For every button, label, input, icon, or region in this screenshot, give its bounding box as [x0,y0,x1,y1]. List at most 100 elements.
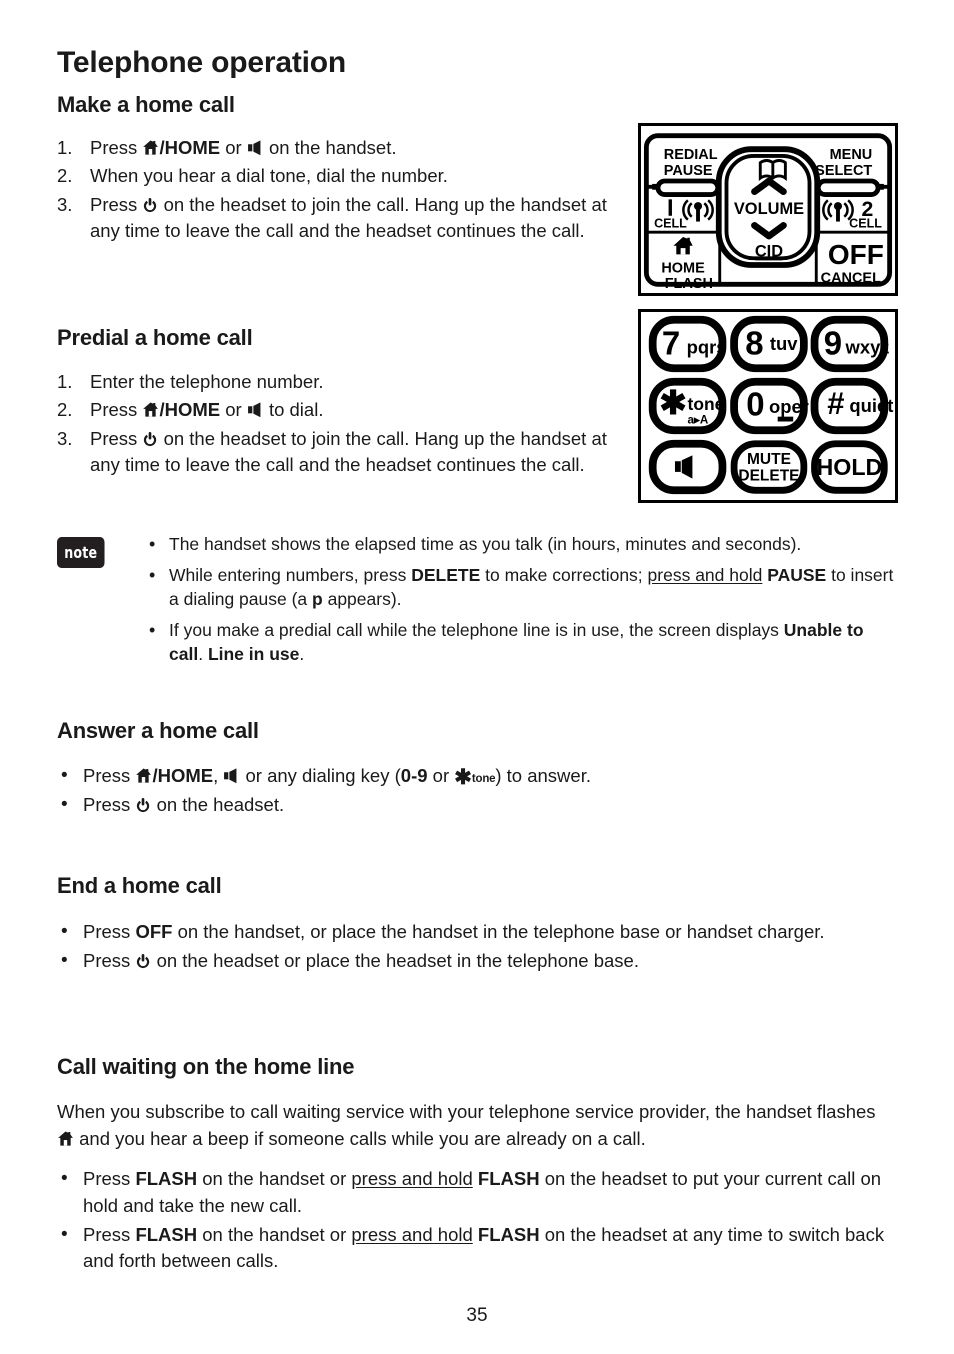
step-text: on the headset to join the call. Hang up… [90,193,607,242]
step-bold: /HOME [159,399,221,421]
item-text: on the headset or place the headset in t… [151,949,639,971]
bullet-icon: • [149,564,156,585]
section-heading: Answer a home call [57,718,259,743]
power-icon [142,431,158,447]
item-text: on the handset, or place the handset in … [172,921,825,942]
bullet-icon: • [61,793,68,815]
bullet-icon: • [61,1223,68,1245]
step-text: to dial. [263,399,324,421]
svg-text:pqrs: pqrs [687,337,727,358]
power-icon [135,953,151,969]
menu-label: MENU [830,147,873,163]
item-text: on the handset or [197,1223,352,1245]
item-text: or any dialing key ( [240,765,401,786]
pause-label: PAUSE [664,163,713,179]
note-text: . [198,643,208,664]
end-call-list: • Press OFF on the handset, or place the … [57,919,897,974]
note-text: . [299,643,305,664]
list-item: • While entering numbers, press DELETE to… [147,564,902,612]
step-bold: /HOME [159,137,221,158]
note-list: • The handset shows the elapsed time as y… [147,533,902,667]
list-item: 2. When you hear a dial tone, dial the nu… [57,163,627,189]
step-text: on the handset. [263,137,397,158]
speaker-icon [247,402,264,418]
speaker-icon [223,768,240,784]
item-bold: 0-9 [400,765,428,786]
step-text: on the headset to join the call. Hang up… [90,427,607,476]
step-number: 2. [57,165,73,187]
item-text: ) to answer. [495,765,591,786]
item-bold: FLASH [135,1223,198,1245]
key-mute-delete: MUTE DELETE [730,440,808,494]
volume-label: VOLUME [734,200,804,218]
item-text: Press [83,765,136,786]
list-item: • If you make a predial call while the te… [147,619,902,667]
redial-label: REDIAL [664,147,718,163]
note-bold: DELETE [411,564,481,585]
item-bold: FLASH [477,1223,540,1245]
item-underline: press and hold [351,1168,473,1190]
make-call-steps: 1. Press /HOME or on the handset. 2. When … [57,135,627,245]
item-text: on the handset or [197,1168,352,1190]
power-icon [135,797,151,813]
note-text: appears). [322,588,402,609]
item-text: Press [83,1223,136,1245]
svg-text:9: 9 [824,325,842,362]
bullet-icon: • [61,921,68,942]
svg-text:oper: oper [769,396,809,417]
section-make-a-home-call: Make a home call 1. Press /HOME or on the… [57,92,627,247]
step-number: 3. [57,427,73,449]
handset-dial-keys-diagram: 7 pqrs 8 tuv 9 wxyz ✱ tone a▸A 0 oper # … [638,309,898,503]
predial-call-steps: 1. Enter the telephone number. 2. Press /H… [57,369,627,479]
call-waiting-intro: When you subscribe to call waiting servi… [57,1099,897,1152]
note-text: If you make a predial call while the tel… [169,619,784,640]
list-item: • Press OFF on the handset, or place the … [57,919,897,946]
step-text: Press [90,399,143,421]
home-icon [142,139,159,156]
bullet-icon: • [61,765,68,786]
list-item: • Press FLASH on the handset or press and… [57,1166,897,1219]
note-bold: PAUSE [767,564,827,585]
svg-text:DELETE: DELETE [738,468,799,485]
item-bold: FLASH [477,1168,540,1190]
speaker-icon [247,140,264,156]
list-item: 3. Press on the headset to join the call.… [57,192,627,245]
note-text: to make corrections; [480,564,648,585]
answer-call-list: • Press /HOME, or any dialing key (0-9 or… [57,763,897,818]
item-text: Press [83,921,136,942]
star-tone-icon: ✱tone [454,766,496,789]
flash-label: FLASH [665,276,713,292]
list-item: 2. Press /HOME or to dial. [57,397,627,423]
section-heading: Call waiting on the home line [57,1054,355,1079]
list-item: • Press on the headset or place the heads… [57,948,897,975]
manual-page: Telephone operation Make a home call 1. P… [0,0,954,1354]
bullet-icon: • [149,619,156,640]
home-icon [142,401,159,418]
list-item: • Press FLASH on the handset or press and… [57,1222,897,1275]
svg-text:0: 0 [746,386,764,423]
item-text: on the headset. [151,793,285,815]
note-text: While entering numbers, press [169,564,412,585]
svg-text:✱: ✱ [659,384,687,421]
step-number: 3. [57,193,73,215]
page-title: Telephone operation [57,46,346,79]
bullet-icon: • [61,1168,68,1190]
section-predial-a-home-call: Predial a home call 1. Enter the telephon… [57,325,627,481]
off-label: OFF [828,239,884,270]
section-heading: Predial a home call [57,325,253,350]
item-bold: OFF [135,921,173,942]
step-number: 1. [57,137,73,158]
step-text: or [220,399,247,421]
list-item: 3. Press on the headset to join the call.… [57,426,627,479]
section-answer-a-home-call: Answer a home call • Press /HOME, or any … [57,718,897,820]
bullet-icon: • [149,534,156,554]
svg-text:wxyz: wxyz [845,337,890,358]
item-bold: FLASH [135,1168,198,1190]
list-item: 1. Press /HOME or on the handset. [57,135,627,161]
list-item: 1. Enter the telephone number. [57,369,627,395]
section-end-a-home-call: End a home call • Press OFF on the handse… [57,873,897,976]
select-label: SELECT [815,163,872,179]
item-text: , [213,765,224,786]
section-heading: Make a home call [57,92,235,117]
section-heading: End a home call [57,873,222,898]
